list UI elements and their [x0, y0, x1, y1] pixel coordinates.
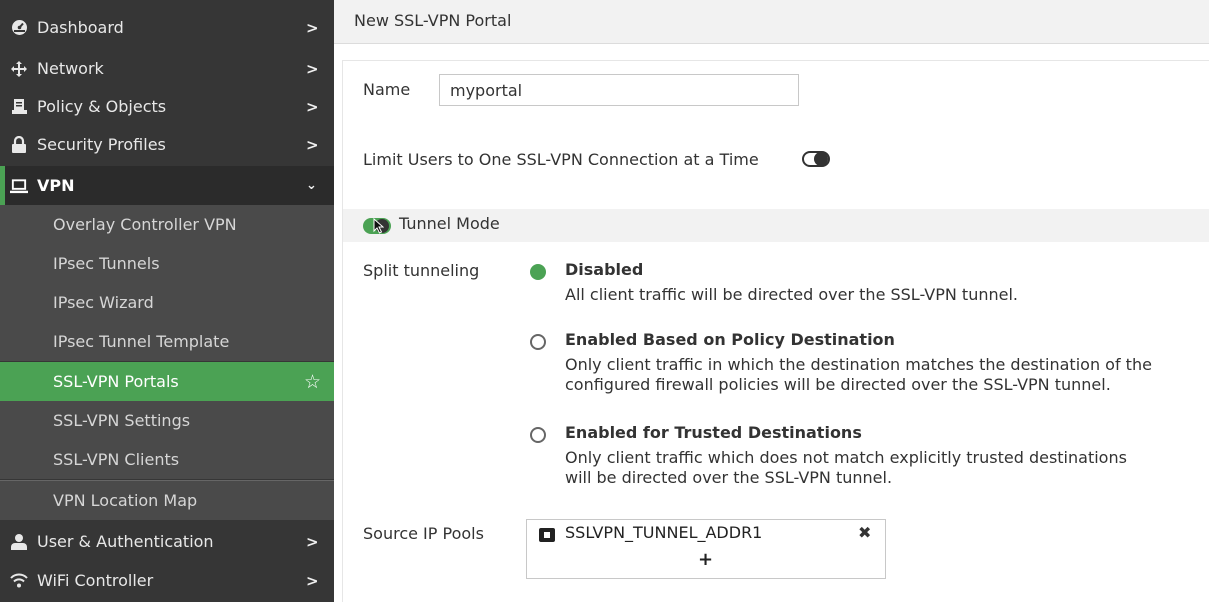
star-icon[interactable]: ☆ [304, 371, 321, 393]
dashboard-icon [10, 19, 28, 37]
sidebar-subitem-ssl-vpn-clients[interactable]: SSL-VPN Clients [0, 440, 334, 479]
sidebar: Dashboard > Network > Policy & Objects >… [0, 0, 334, 602]
sidebar-item-security-profiles[interactable]: Security Profiles > [0, 125, 334, 164]
split-option-description: will be directed over the SSL-VPN tunnel… [565, 468, 893, 487]
radio-split-trusted-destinations[interactable] [530, 427, 546, 443]
radio-split-policy-destination[interactable] [530, 334, 546, 350]
policy-icon [10, 98, 28, 116]
sidebar-subitem-label: Overlay Controller VPN [53, 215, 237, 234]
sidebar-subitem-label: IPsec Tunnel Template [53, 332, 230, 351]
sidebar-subitem-label: SSL-VPN Clients [53, 450, 180, 469]
sidebar-item-label: VPN [37, 176, 75, 195]
sidebar-subitem-overlay-controller-vpn[interactable]: Overlay Controller VPN [0, 205, 334, 244]
sidebar-item-network[interactable]: Network > [0, 49, 334, 88]
limit-users-toggle[interactable] [802, 151, 830, 167]
split-option-description: Only client traffic which does not match… [565, 448, 1127, 467]
name-input[interactable] [439, 74, 799, 106]
toggle-knob [814, 152, 828, 166]
user-icon [10, 533, 28, 551]
sidebar-subitem-label: IPsec Wizard [53, 293, 154, 312]
sidebar-item-label: Network [37, 59, 104, 78]
split-option-title: Enabled for Trusted Destinations [565, 423, 862, 442]
page-title: New SSL-VPN Portal [354, 11, 512, 30]
split-option-description: configured firewall policies will be dir… [565, 375, 1111, 394]
chevron-down-icon: ⌄ [306, 178, 317, 193]
split-option-description: All client traffic will be directed over… [565, 285, 1018, 304]
sidebar-subitem-ipsec-wizard[interactable]: IPsec Wizard [0, 283, 334, 322]
tunnel-mode-label: Tunnel Mode [399, 214, 500, 233]
tunnel-mode-section-header: Tunnel Mode [343, 209, 1209, 242]
sidebar-item-policy-objects[interactable]: Policy & Objects > [0, 87, 334, 126]
sidebar-item-vpn[interactable]: VPN ⌄ [0, 166, 334, 205]
name-label: Name [363, 80, 411, 99]
sidebar-item-user-authentication[interactable]: User & Authentication > [0, 522, 334, 561]
sidebar-item-label: WiFi Controller [37, 571, 154, 590]
sidebar-item-dashboard[interactable]: Dashboard > [0, 8, 334, 47]
limit-users-label: Limit Users to One SSL-VPN Connection at… [363, 150, 759, 169]
sidebar-subitem-ipsec-tunnels[interactable]: IPsec Tunnels [0, 244, 334, 283]
split-option-title: Enabled Based on Policy Destination [565, 330, 895, 349]
sidebar-item-label: Policy & Objects [37, 97, 167, 116]
sidebar-subitem-label: IPsec Tunnels [53, 254, 160, 273]
remove-icon[interactable]: ✖ [858, 523, 871, 542]
chevron-right-icon: > [306, 571, 319, 590]
chevron-right-icon: > [306, 135, 319, 154]
chevron-right-icon: > [306, 97, 319, 116]
portal-form: Name Limit Users to One SSL-VPN Connecti… [342, 60, 1209, 602]
add-icon[interactable]: + [698, 549, 713, 570]
sidebar-item-label: Dashboard [37, 18, 124, 37]
sidebar-subitem-ssl-vpn-settings[interactable]: SSL-VPN Settings [0, 401, 334, 440]
source-ip-pools-label: Source IP Pools [363, 524, 484, 543]
chevron-right-icon: > [306, 532, 319, 551]
source-ip-pool-entry: SSLVPN_TUNNEL_ADDR1 [565, 523, 763, 542]
address-icon [539, 528, 555, 542]
lock-icon [10, 136, 28, 154]
sidebar-item-label: User & Authentication [37, 532, 214, 551]
split-tunneling-label: Split tunneling [363, 261, 480, 280]
source-ip-pools-field[interactable]: SSLVPN_TUNNEL_ADDR1 ✖ + [526, 519, 886, 579]
network-icon [10, 60, 28, 78]
sidebar-subitem-label: VPN Location Map [53, 491, 198, 510]
mouse-pointer-icon [373, 217, 385, 238]
title-bar: New SSL-VPN Portal [334, 0, 1209, 44]
sidebar-item-wifi-controller[interactable]: WiFi Controller > [0, 561, 334, 600]
chevron-right-icon: > [306, 59, 319, 78]
main-panel: New SSL-VPN Portal Name Limit Users to O… [334, 0, 1209, 602]
radio-split-disabled[interactable] [530, 264, 546, 280]
active-accent-bar [0, 166, 5, 205]
sidebar-subitem-ssl-vpn-portals[interactable]: SSL-VPN Portals ☆ [0, 362, 334, 401]
sidebar-subitem-label: SSL-VPN Settings [53, 411, 191, 430]
wifi-icon [10, 572, 28, 590]
sidebar-item-label: Security Profiles [37, 135, 166, 154]
sidebar-subitem-label: SSL-VPN Portals [53, 372, 179, 391]
split-option-description: Only client traffic in which the destina… [565, 355, 1152, 374]
split-option-title: Disabled [565, 260, 644, 279]
chevron-right-icon: > [306, 18, 319, 37]
sidebar-subitem-ipsec-tunnel-template[interactable]: IPsec Tunnel Template [0, 322, 334, 361]
laptop-icon [10, 177, 28, 195]
sidebar-subitem-vpn-location-map[interactable]: VPN Location Map [0, 481, 334, 520]
